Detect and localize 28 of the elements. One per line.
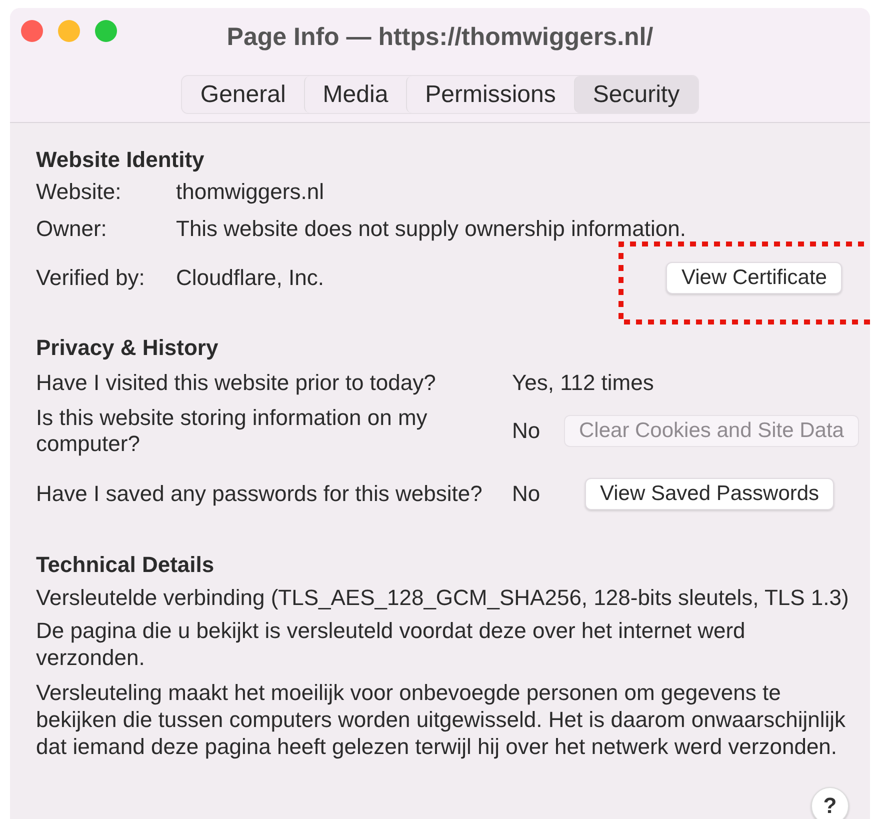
question-text: Is this website storing information on my computer? xyxy=(36,405,428,457)
field-label: Website: xyxy=(36,178,122,204)
answer-text: No xyxy=(512,418,542,444)
field-value: thomwiggers.nl xyxy=(176,178,324,204)
paragraph: Versleutelde verbinding (TLS_AES_128_GCM_SHA256, 128-bits sleutels, TLS 1.3) xyxy=(36,584,850,611)
field-value: This website does not supply ownership information. xyxy=(176,216,686,242)
window-title: Page Info — https://thomwiggers.nl/ xyxy=(226,22,654,52)
answer-text: No xyxy=(512,481,542,507)
field-label: Verified by: xyxy=(36,265,146,291)
zoom-button[interactable] xyxy=(95,20,117,42)
section-heading: Privacy & History xyxy=(36,335,220,361)
tab[interactable]: Media xyxy=(304,76,406,113)
field-label: Owner: xyxy=(36,216,108,242)
minimize-button[interactable] xyxy=(58,20,80,42)
paragraph: De pagina die u bekijkt is versleuteld voordat deze over het internet werd verzonden. xyxy=(36,617,746,671)
view-certificate-button[interactable]: View Certificate xyxy=(666,262,842,294)
paragraph: Versleuteling maakt het moeilijk voor onbevoegde personen om gegevens te bekijken die tussen computers worden uitgewisseld. Het is daarom onwaarschijnlijk dat iemand deze pagina heeft gelezen terwijl hij over het netwerk werd verzonden. xyxy=(36,679,846,760)
help-button[interactable]: ? xyxy=(811,787,849,819)
tab[interactable]: General xyxy=(182,76,304,113)
tab[interactable]: Security xyxy=(574,76,698,113)
question-text: Have I visited this website prior to today? xyxy=(36,370,437,396)
answer-text: Yes, 112 times xyxy=(512,370,654,396)
question-text: Have I saved any passwords for this website? xyxy=(36,481,484,507)
section-heading: Website Identity xyxy=(36,147,206,173)
section-heading: Technical Details xyxy=(36,552,216,578)
field-value: Cloudflare, Inc. xyxy=(176,265,324,291)
close-button[interactable] xyxy=(21,20,43,42)
action-button[interactable]: View Saved Passwords xyxy=(585,478,834,510)
